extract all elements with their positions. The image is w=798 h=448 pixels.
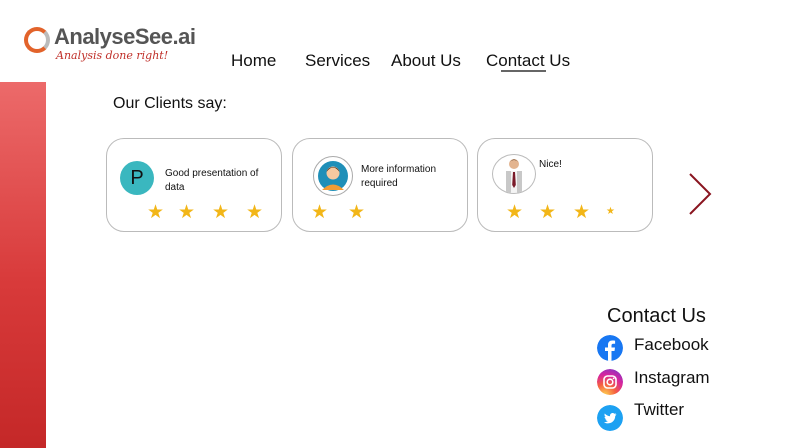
star-icon: ★ (246, 202, 264, 223)
brand-tagline: Analysis done right! (56, 49, 169, 62)
star-icon: ★ (506, 202, 524, 223)
testimonial-comment: Nice! (539, 159, 562, 170)
user-avatar-icon (313, 156, 353, 196)
instagram-icon (597, 369, 623, 395)
star-icon: ★ (212, 202, 230, 223)
twitter-icon (597, 405, 623, 431)
social-link-instagram[interactable]: Instagram (594, 368, 784, 398)
testimonial-comment: More information required (361, 164, 437, 189)
nav-contact-us[interactable]: Contact Us (486, 51, 570, 71)
contact-title: Contact Us (607, 305, 706, 327)
star-icon: ★ (348, 202, 366, 223)
social-link-twitter[interactable]: Twitter (594, 400, 784, 431)
social-link-label: Facebook (634, 335, 709, 354)
star-icon: ★ (178, 202, 196, 223)
businessman-avatar-icon (492, 154, 536, 194)
testimonial-card: More information required ★ ★ (292, 138, 468, 232)
partial-star-icon: ★ (606, 206, 615, 217)
nav-services[interactable]: Services (305, 51, 370, 71)
nav-about-us[interactable]: About Us (391, 51, 461, 71)
star-icon: ★ (539, 202, 557, 223)
sidebar-accent-bar (0, 82, 46, 448)
testimonial-card: Nice! ★ ★ ★ ★ (477, 138, 653, 232)
star-icon: ★ (311, 202, 329, 223)
logo-ring-icon (24, 27, 50, 53)
letter-avatar: P (120, 161, 154, 195)
nav-home[interactable]: Home (231, 51, 276, 71)
testimonial-card: P Good presentation of data ★ ★ ★ ★ (106, 138, 282, 232)
star-icon: ★ (573, 202, 591, 223)
testimonial-comment: Good presentation of data (165, 168, 259, 193)
nav-active-underline (501, 70, 546, 72)
social-link-label: Twitter (634, 400, 685, 419)
facebook-icon (597, 335, 623, 361)
star-icon: ★ (147, 202, 165, 223)
testimonials-title: Our Clients say: (113, 95, 227, 112)
social-link-facebook[interactable]: Facebook (594, 335, 784, 365)
brand-name: AnalyseSee.ai (54, 24, 196, 49)
social-link-label: Instagram (634, 368, 710, 387)
chevron-right-icon[interactable] (686, 172, 714, 216)
brand-logo[interactable]: AnalyseSee.ai Analysis done right! (24, 24, 196, 68)
